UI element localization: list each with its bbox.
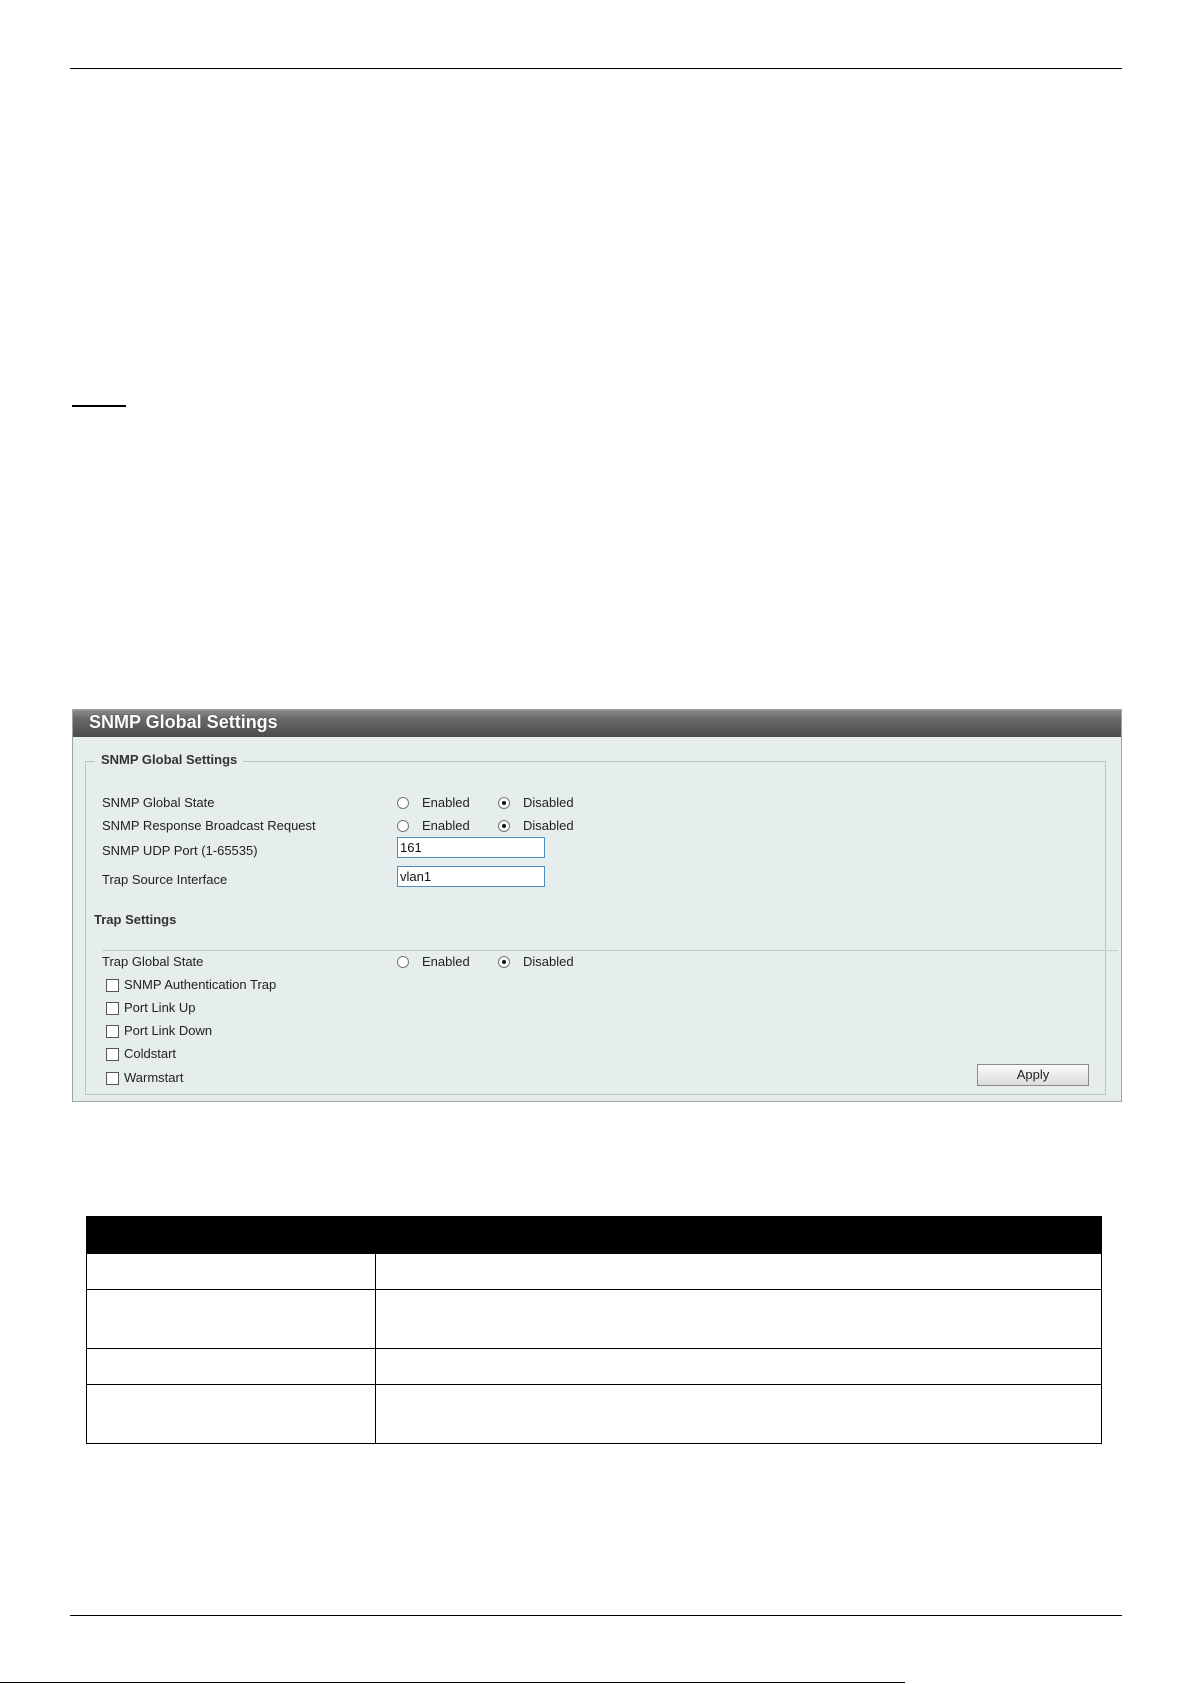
coldstart-checkbox[interactable]: [106, 1048, 119, 1061]
table-cell: [375, 1289, 1102, 1349]
trap-global-state-disabled-radio[interactable]: [498, 956, 510, 968]
trap-global-state-enabled-label: Enabled: [422, 954, 470, 969]
trap-source-interface-label: Trap Source Interface: [102, 872, 228, 887]
port-link-up-checkbox[interactable]: [106, 1002, 119, 1015]
trap-source-interface-input[interactable]: vlan1: [397, 866, 545, 887]
table-cell: [375, 1384, 1102, 1444]
note-underline: [72, 405, 126, 407]
snmp-broadcast-enabled-label: Enabled: [422, 818, 470, 833]
panel-title: SNMP Global Settings: [73, 710, 1121, 737]
port-link-down-label: Port Link Down: [124, 1023, 213, 1038]
table-cell: [375, 1348, 1102, 1385]
snmp-global-settings-panel: SNMP Global Settings SNMP Global State E…: [72, 709, 1122, 1102]
port-link-down-checkbox[interactable]: [106, 1025, 119, 1038]
snmp-global-legend: SNMP Global Settings: [95, 752, 244, 767]
table-header-cell: [86, 1216, 376, 1254]
parameter-table: [86, 1216, 1102, 1444]
trap-global-state-enabled-radio[interactable]: [397, 956, 409, 968]
trap-global-state-label: Trap Global State: [102, 954, 204, 969]
snmp-broadcast-request-label: SNMP Response Broadcast Request: [102, 818, 316, 833]
snmp-global-state-enabled-radio[interactable]: [397, 797, 409, 809]
coldstart-label: Coldstart: [124, 1046, 177, 1061]
trap-settings-title: Trap Settings: [94, 912, 177, 927]
snmp-broadcast-disabled-radio[interactable]: [498, 820, 510, 832]
snmp-authentication-trap-checkbox[interactable]: [106, 979, 119, 992]
warmstart-label: Warmstart: [124, 1070, 184, 1085]
warmstart-checkbox[interactable]: [106, 1072, 119, 1085]
footer-rule: [70, 1615, 1122, 1616]
table-cell: [86, 1384, 376, 1444]
apply-button[interactable]: Apply: [977, 1064, 1089, 1086]
snmp-udp-port-label: SNMP UDP Port (1-65535): [102, 843, 258, 858]
table-cell: [86, 1348, 376, 1385]
header-rule: [70, 68, 1122, 69]
snmp-authentication-trap-label: SNMP Authentication Trap: [124, 977, 277, 992]
snmp-udp-port-input[interactable]: 161: [397, 837, 545, 858]
snmp-global-state-disabled-radio[interactable]: [498, 797, 510, 809]
table-cell: [86, 1289, 376, 1349]
footer-line: [0, 1682, 905, 1683]
table-row: [86, 1289, 1102, 1349]
snmp-broadcast-enabled-radio[interactable]: [397, 820, 409, 832]
table-cell: [375, 1253, 1102, 1290]
snmp-global-fieldset: SNMP Global State Enabled Disabled SNMP …: [85, 761, 1118, 1095]
section-separator: [102, 950, 1118, 951]
snmp-global-state-label: SNMP Global State: [102, 795, 215, 810]
snmp-global-state-disabled-label: Disabled: [523, 795, 574, 810]
port-link-up-label: Port Link Up: [124, 1000, 196, 1015]
table-row: [86, 1253, 1102, 1290]
trap-global-state-disabled-label: Disabled: [523, 954, 574, 969]
table-row: [86, 1384, 1102, 1444]
snmp-broadcast-disabled-label: Disabled: [523, 818, 574, 833]
table-cell: [86, 1253, 376, 1290]
table-row: [86, 1348, 1102, 1385]
snmp-global-state-enabled-label: Enabled: [422, 795, 470, 810]
table-header-cell: [375, 1216, 1102, 1254]
table-header-row: [86, 1216, 1102, 1254]
